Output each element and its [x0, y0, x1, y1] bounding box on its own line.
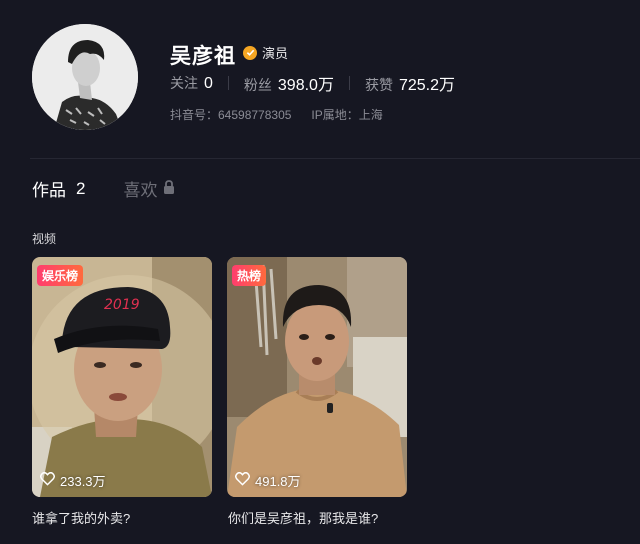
- svg-text:2019: 2019: [104, 297, 140, 313]
- tab-works[interactable]: 作品 2: [32, 176, 85, 201]
- divider: [348, 76, 350, 90]
- stat-followers[interactable]: 粉丝 398.0万: [244, 71, 334, 95]
- avatar[interactable]: [32, 24, 138, 130]
- ip-location: IP属地：上海: [311, 108, 383, 122]
- like-value: 491.8万: [255, 474, 301, 489]
- ranking-tag: 热榜: [232, 265, 267, 286]
- verified-label: 演员: [243, 43, 288, 62]
- video-card[interactable]: 热榜 491.8万: [227, 257, 407, 497]
- video-caption[interactable]: 你们是吴彦祖，那我是谁?: [228, 508, 378, 527]
- verified-badge-icon: [243, 45, 257, 60]
- video-thumbnail: 2019: [32, 257, 212, 497]
- stat-label: 获赞: [364, 77, 393, 93]
- profile-meta: 抖音号：64598778305 IP属地：上海: [170, 106, 383, 123]
- profile-name: 吴彦祖: [170, 45, 236, 68]
- heart-icon: [235, 471, 250, 489]
- lock-icon: [163, 179, 175, 199]
- verified-role: 演员: [262, 46, 289, 61]
- douyin-id: 抖音号：64598778305: [170, 108, 292, 122]
- profile-tabs: 作品 2 喜欢: [32, 176, 175, 201]
- like-count: 233.3万: [40, 471, 106, 490]
- tab-likes[interactable]: 喜欢: [123, 176, 175, 201]
- header-divider: [30, 158, 640, 159]
- tab-works-label: 作品: [32, 181, 66, 200]
- stat-value: 725.2万: [398, 77, 455, 94]
- tab-works-count: 2: [76, 178, 86, 198]
- video-thumbnail: [227, 257, 407, 497]
- stat-label: 粉丝: [243, 77, 272, 93]
- stat-value: 398.0万: [277, 77, 334, 94]
- ranking-tag: 娱乐榜: [37, 265, 84, 286]
- like-count: 491.8万: [235, 471, 301, 490]
- section-title: 视频: [32, 232, 57, 246]
- stat-following[interactable]: 关注 0: [170, 73, 213, 93]
- stat-label: 关注: [170, 75, 198, 91]
- video-card[interactable]: 2019 娱乐榜 233.3万: [32, 257, 212, 497]
- like-value: 233.3万: [60, 474, 106, 489]
- heart-icon: [40, 471, 55, 489]
- divider: [227, 76, 229, 90]
- stat-likes-received: 获赞 725.2万: [365, 71, 455, 95]
- tab-likes-label: 喜欢: [123, 181, 158, 200]
- stat-value: 0: [204, 75, 213, 92]
- video-caption[interactable]: 谁拿了我的外卖?: [32, 508, 130, 527]
- profile-stats: 关注 0 粉丝 398.0万 获赞 725.2万: [170, 71, 455, 95]
